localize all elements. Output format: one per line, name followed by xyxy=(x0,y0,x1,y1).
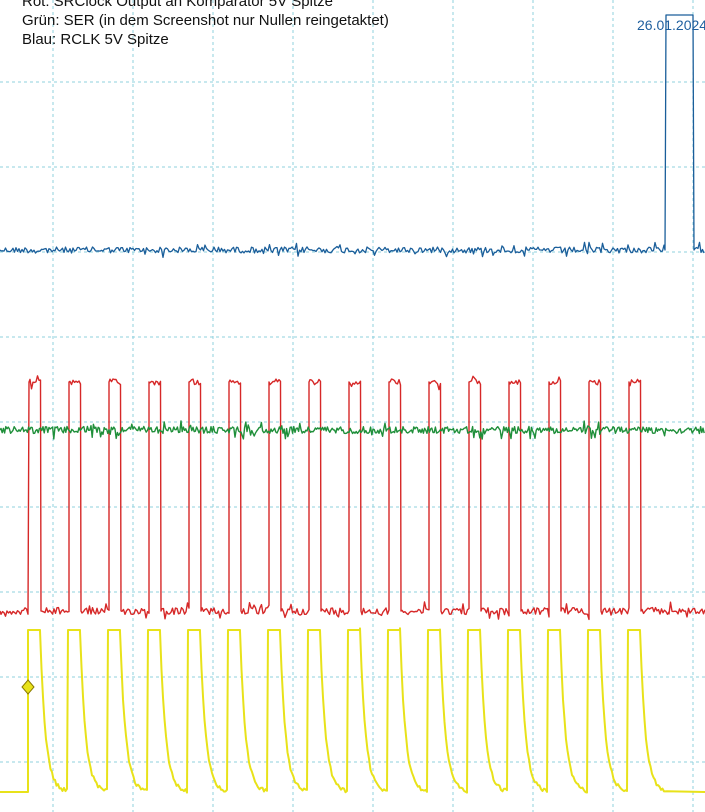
yellow-trace xyxy=(0,627,705,794)
blue-trace xyxy=(0,14,705,259)
legend-blue: Blau: RCLK 5V Spitze xyxy=(22,31,169,48)
red-trace xyxy=(0,375,705,621)
oscilloscope-screen xyxy=(0,0,705,812)
legend-red: Rot: SRClock Output an Komparator 5V Spi… xyxy=(22,0,333,10)
grid xyxy=(0,0,705,812)
trigger-marker xyxy=(21,679,35,695)
green-trace xyxy=(0,420,705,440)
legend-green: Grün: SER (in dem Screenshot nur Nullen … xyxy=(22,12,389,29)
date-stamp: 26.01.2024 xyxy=(637,17,705,33)
traces xyxy=(0,14,705,794)
trace-legend: Rot: SRClock Output an Komparator 5V Spi… xyxy=(22,0,389,49)
